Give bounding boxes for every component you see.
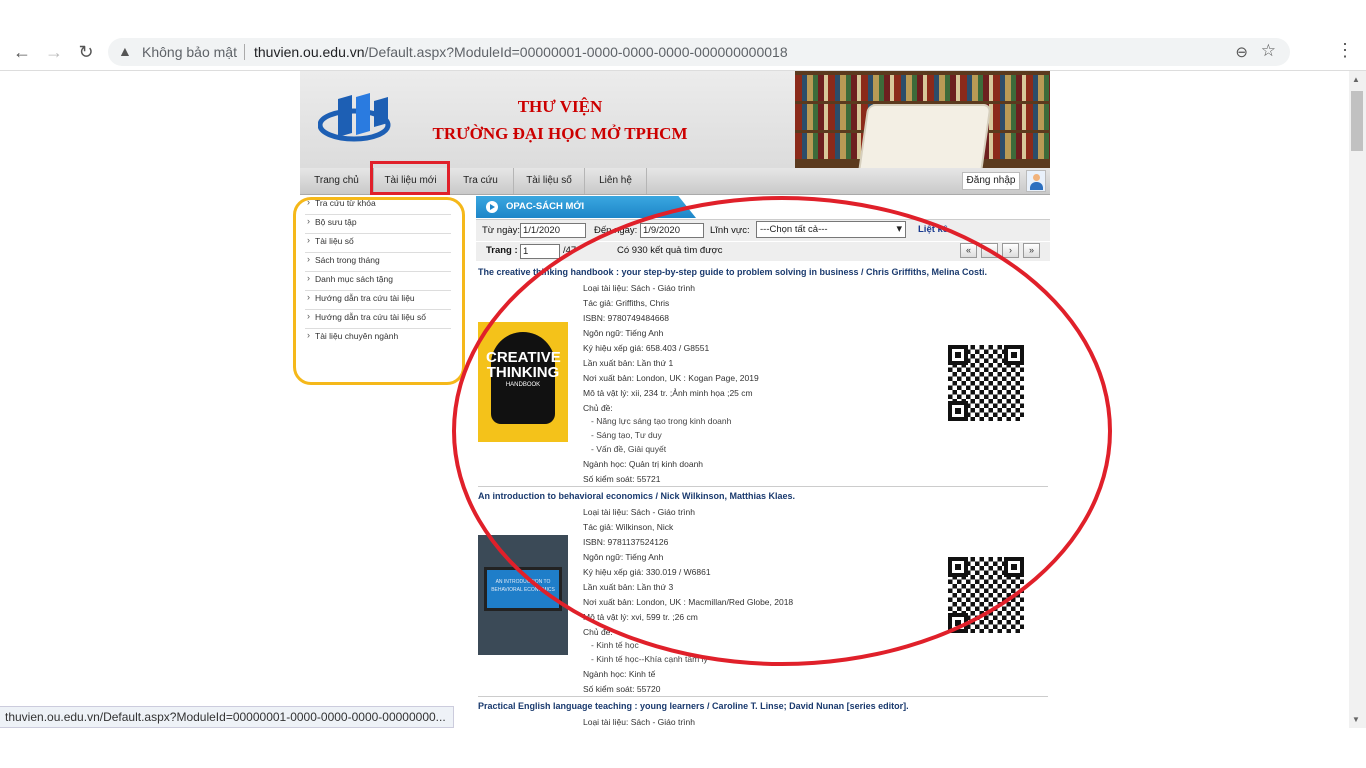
shelf-row	[795, 75, 1050, 101]
play-icon	[486, 201, 498, 213]
highlight-sidebar-box	[293, 197, 465, 385]
zoom-icon[interactable]: ⊖	[1235, 43, 1248, 61]
from-date-input[interactable]: 1/1/2020	[520, 223, 586, 238]
nav-digital[interactable]: Tài liệu số	[514, 168, 585, 194]
record-field: Ngành học: Kinh tế	[583, 669, 656, 679]
page-scrollbar[interactable]: ▲ ▼	[1349, 71, 1366, 728]
browser-chrome: ← → ↻ ▲ Không bảo mật thuvien.ou.edu.vn/…	[0, 0, 1366, 71]
url-host: thuvien.ou.edu.vn	[254, 44, 365, 60]
last-page-button[interactable]: »	[1023, 243, 1040, 258]
page-label: Trang :	[486, 245, 518, 256]
highlight-nav-box	[370, 161, 450, 195]
reload-icon[interactable]: ↻	[74, 40, 98, 64]
highlight-results-ellipse	[452, 196, 1112, 666]
login-button[interactable]: Đăng nhập	[962, 172, 1020, 190]
site-title-line1: THƯ VIỆN	[517, 97, 603, 116]
bookmark-star-icon[interactable]: ☆	[1261, 41, 1276, 61]
record-field: Số kiểm soát: 55720	[583, 684, 661, 694]
record-field: Loại tài liệu: Sách - Giáo trình	[583, 717, 695, 727]
scroll-up-icon[interactable]: ▲	[1352, 75, 1360, 84]
record-title[interactable]: Practical English language teaching : yo…	[478, 701, 909, 711]
bookshelf-image	[795, 71, 1050, 168]
omnibox-divider	[244, 44, 245, 60]
section-title: OPAC-SÁCH MỚI	[506, 201, 585, 212]
next-page-button[interactable]: ›	[1002, 243, 1019, 258]
warning-icon: ▲	[118, 43, 132, 59]
book-record: Practical English language teaching : yo…	[478, 701, 1048, 728]
from-date-label: Từ ngày:	[482, 225, 521, 236]
site-title: THƯ VIỆN TRƯỜNG ĐẠI HỌC MỞ TPHCM	[410, 93, 710, 147]
scroll-down-icon[interactable]: ▼	[1352, 715, 1360, 724]
address-bar[interactable]: ▲ Không bảo mật thuvien.ou.edu.vn/Defaul…	[108, 38, 1290, 66]
nav-contact[interactable]: Liên hệ	[585, 168, 647, 194]
forward-icon[interactable]: →	[42, 40, 66, 64]
site-header: THƯ VIỆN TRƯỜNG ĐẠI HỌC MỞ TPHCM	[300, 71, 1050, 168]
university-logo	[318, 93, 391, 142]
url-path: /Default.aspx?ModuleId=00000001-0000-000…	[364, 44, 788, 60]
browser-menu-icon[interactable]: ⋮	[1336, 40, 1354, 64]
record-subject[interactable]: - Kinh tế học	[591, 640, 639, 650]
site-title-line2: TRƯỜNG ĐẠI HỌC MỞ TPHCM	[432, 124, 688, 143]
nav-search[interactable]: Tra cứu	[448, 168, 514, 194]
nav-home[interactable]: Trang chủ	[300, 168, 374, 194]
scroll-thumb[interactable]	[1351, 91, 1363, 151]
page-input[interactable]: 1	[520, 244, 560, 259]
user-avatar-icon[interactable]	[1026, 170, 1046, 192]
security-label[interactable]: Không bảo mật	[142, 44, 237, 60]
open-book-image	[860, 106, 990, 168]
back-icon[interactable]: ←	[10, 40, 34, 64]
status-bar: thuvien.ou.edu.vn/Default.aspx?ModuleId=…	[0, 706, 454, 728]
url-text[interactable]: thuvien.ou.edu.vn/Default.aspx?ModuleId=…	[254, 44, 788, 60]
